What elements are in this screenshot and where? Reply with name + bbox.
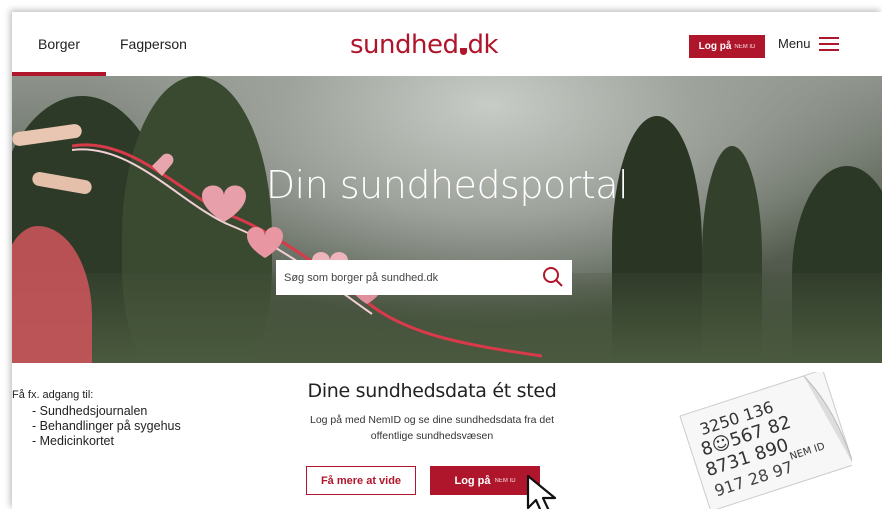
hero-banner: Din sundhedsportal [12,76,882,363]
list-item: Sundhedsjournalen [32,404,181,419]
search-box[interactable] [276,260,572,295]
access-list: Få fx. adgang til: Sundhedsjournalen Beh… [12,389,181,449]
tab-fagperson-label: Fagperson [120,36,187,52]
tab-borger[interactable]: Borger [12,12,106,76]
header: Borger Fagperson sundhed dk Log på NEM ID… [12,12,882,76]
sundhed-logo[interactable]: sundhed dk [350,30,499,60]
menu-label: Menu [778,36,811,51]
search-input[interactable] [284,271,534,284]
list-item: Medicinkortet [32,434,181,449]
logo-dot-icon [459,48,467,55]
access-intro: Få fx. adgang til: [12,389,94,401]
header-login-button[interactable]: Log på NEM ID [689,35,765,58]
nemid-label: NEM ID [494,477,516,484]
search-icon[interactable] [542,266,564,288]
list-item: Behandlinger på sygehus [32,419,181,434]
section-title: Dine sundhedsdata ét sted [307,380,557,402]
read-more-button[interactable]: Få mere at vide [306,466,416,495]
mouse-cursor-icon [526,474,557,509]
tab-borger-label: Borger [37,36,81,52]
page: Borger Fagperson sundhed dk Log på NEM ID… [12,12,882,509]
tab-fagperson[interactable]: Fagperson [120,12,187,76]
health-data-section: Dine sundhedsdata ét sted Log på med Nem… [282,380,582,444]
nemid-card-image: 3250 136 8☺567 82 8731 890 917 28 97 NEM… [679,372,852,509]
section-description: Log på med NemID og se dine sundhedsdata… [310,414,554,442]
nemid-label: NEM ID [734,43,756,50]
menu-button[interactable]: Menu [778,36,839,51]
hero-title: Din sundhedsportal [265,163,629,207]
hamburger-icon [818,36,839,51]
